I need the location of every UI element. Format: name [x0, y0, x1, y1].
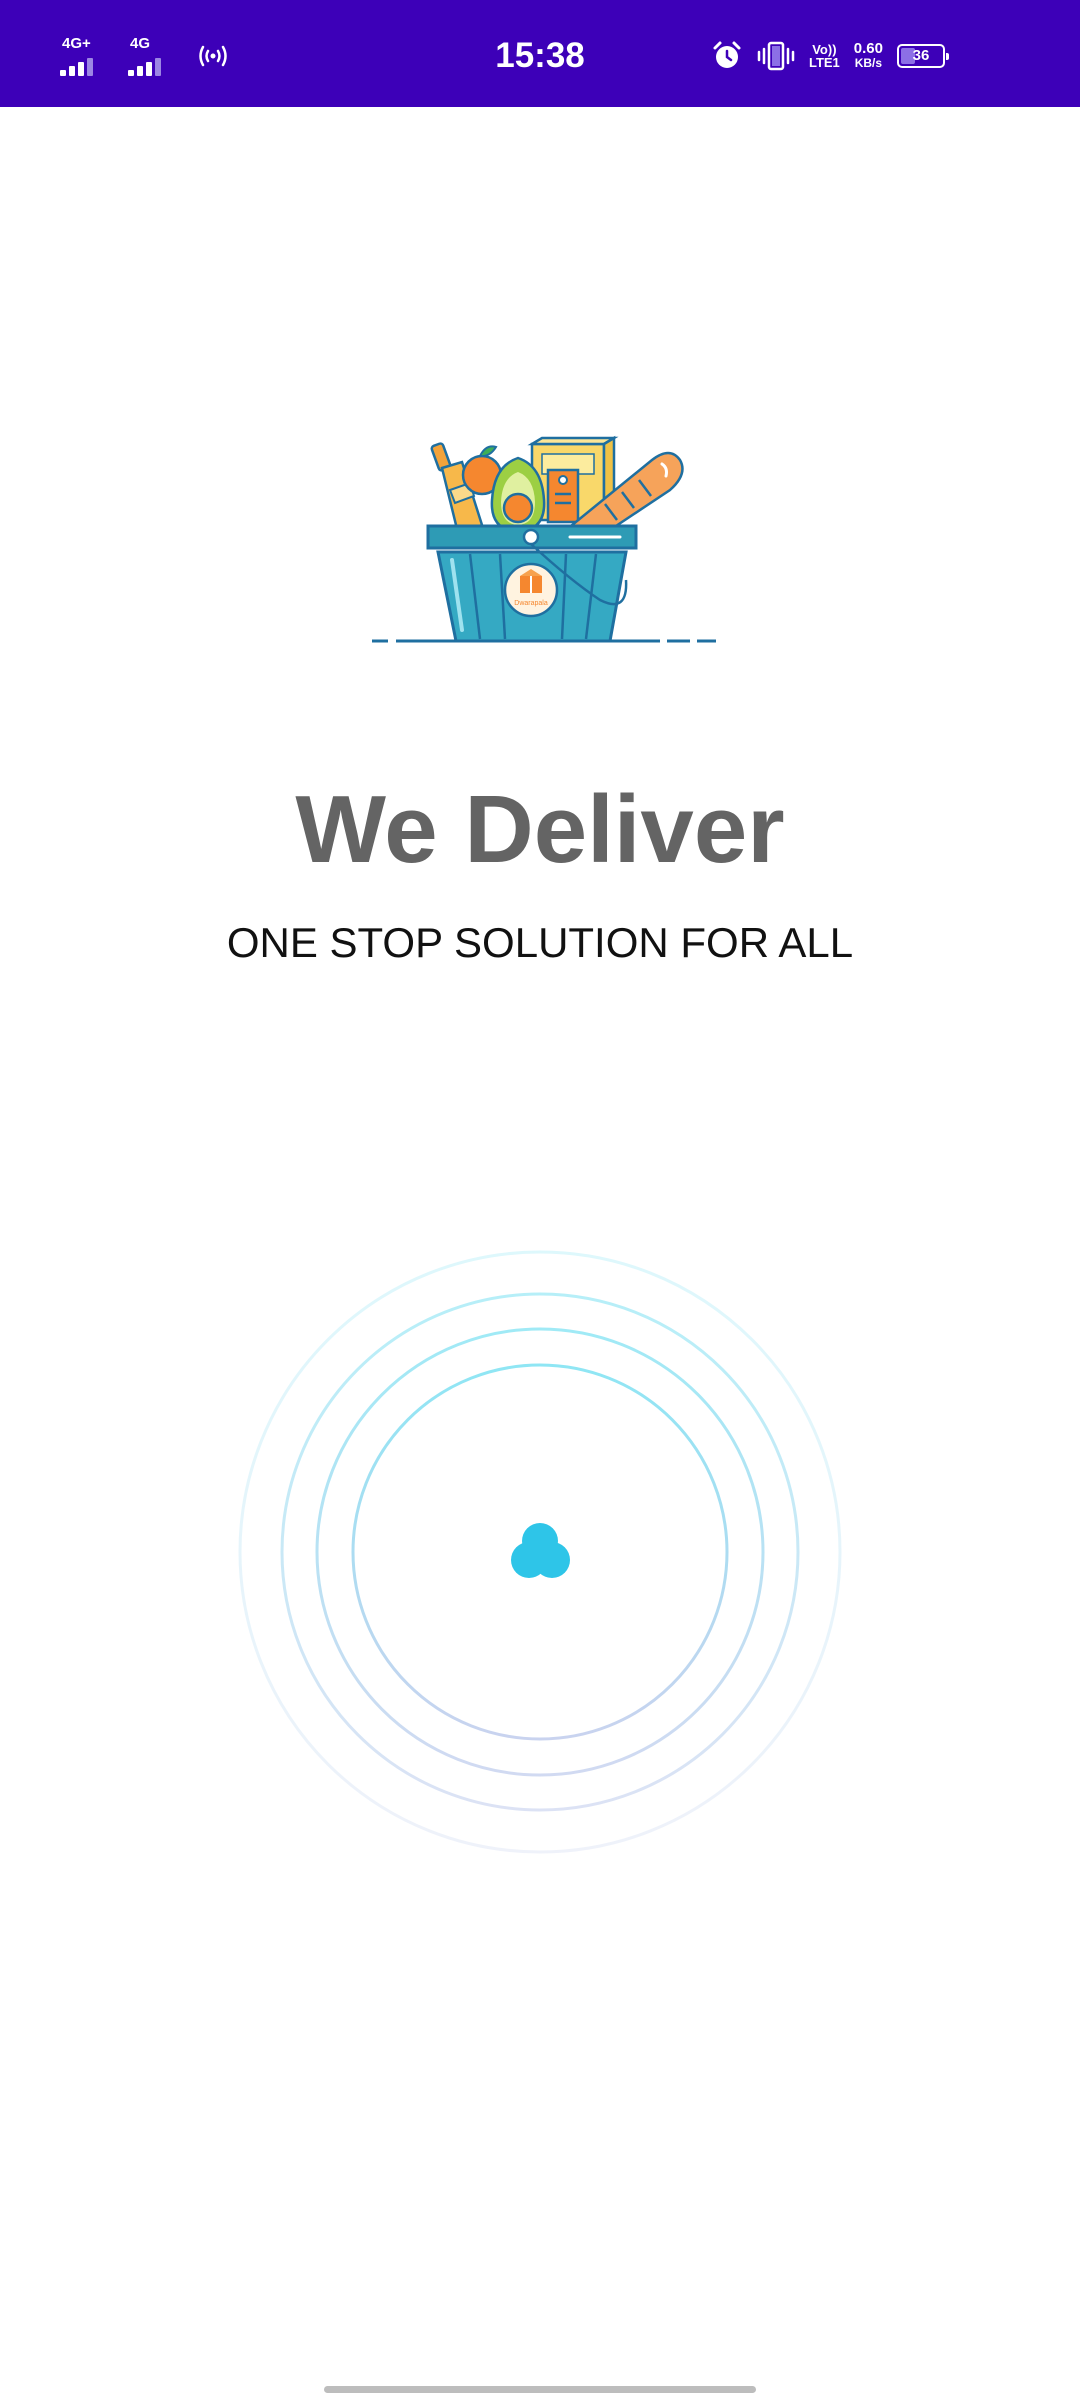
speed-value: 0.60: [853, 40, 883, 57]
status-left-group: 4G+ 4G: [60, 36, 230, 76]
signal-sim2-icon: 4G: [128, 36, 176, 76]
alarm-icon: [713, 41, 741, 68]
loading-blob-icon: [511, 1523, 570, 1578]
headline: We Deliver: [295, 776, 785, 883]
signal-bar: [128, 70, 134, 76]
battery-level: 36: [912, 47, 930, 64]
battery-icon: 36: [897, 44, 949, 68]
signal-bar: [137, 66, 143, 76]
signal-bar: [60, 70, 66, 76]
signal-bar: [69, 66, 75, 76]
status-right-group: Vo)) LTE1 0.60 KB/s 36: [711, 40, 949, 72]
price-tag-icon: [546, 468, 580, 524]
signal-bars-sim2: [128, 58, 161, 76]
signal-bar: [155, 58, 161, 76]
speed-unit: KB/s: [854, 56, 883, 70]
home-indicator[interactable]: [324, 2386, 756, 2393]
brand-logo-badge: Dwarapala: [503, 562, 559, 618]
loading-spinner: [238, 1250, 842, 1854]
signal-bar: [146, 62, 152, 76]
brand-logo-text: Dwarapala: [514, 600, 548, 607]
battery-tip: [946, 53, 949, 60]
vibrate-icon: [757, 41, 795, 71]
hotspot-icon: [199, 45, 227, 67]
volte-bottom-label: LTE1: [808, 55, 840, 70]
grocery-basket-icon: Dwarapala: [372, 435, 716, 643]
network-type-sim2: 4G: [130, 35, 151, 52]
signal-bar: [78, 62, 84, 76]
signal-sim1-icon: 4G+: [60, 36, 108, 76]
status-bar: 4G+ 4G 15:38 Vo)) LTE1 0.60 KB/s 36: [0, 0, 1080, 107]
splash-screen: 4G+ 4G 15:38 Vo)) LTE1 0.60 KB/s 36 Dwar…: [0, 0, 1080, 2400]
signal-bars-sim1: [60, 58, 93, 76]
network-type-sim1: 4G+: [62, 35, 91, 52]
network-speed: 0.60 KB/s: [854, 41, 883, 71]
tagline: ONE STOP SOLUTION FOR ALL: [226, 919, 854, 966]
signal-bar: [87, 58, 93, 76]
volte-indicator: Vo)) LTE1: [809, 43, 840, 69]
